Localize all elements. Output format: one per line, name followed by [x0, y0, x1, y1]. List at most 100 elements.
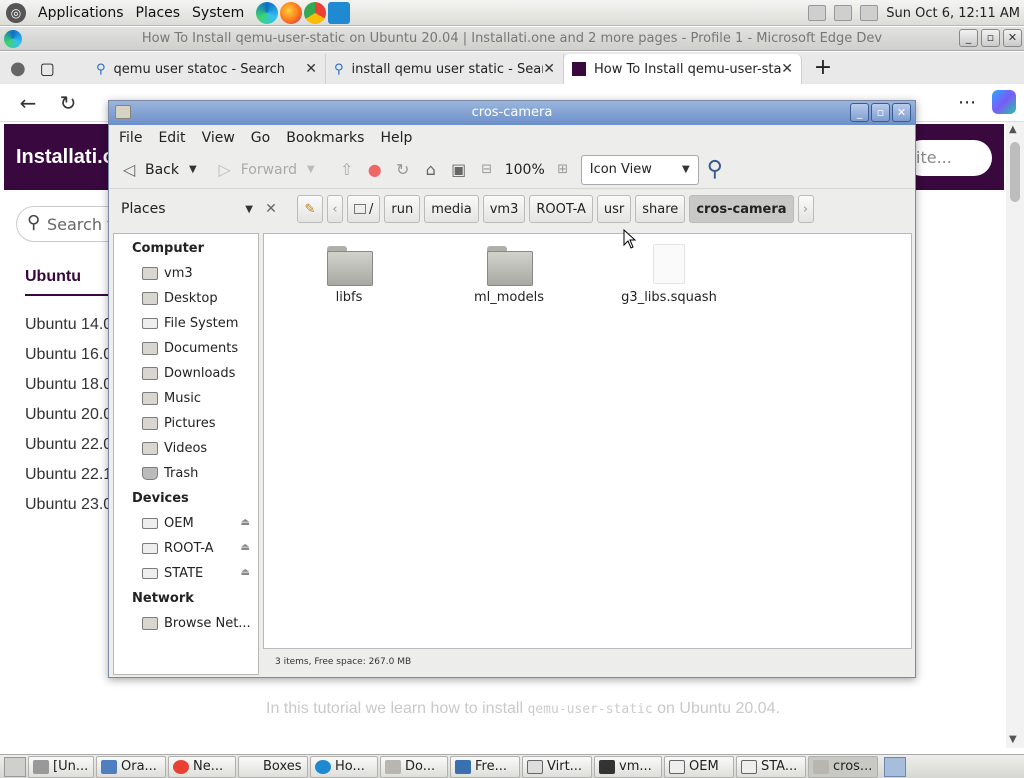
crumb-usr[interactable]: usr — [596, 195, 632, 223]
chevron-down-icon[interactable]: ▼ — [307, 164, 315, 175]
sidebar-link[interactable]: Ubuntu 23.0 — [25, 496, 112, 514]
task-item[interactable]: [Un... — [28, 755, 94, 778]
tab-close-icon[interactable]: ✕ — [543, 61, 555, 77]
reload-icon[interactable]: ↻ — [393, 160, 413, 180]
volume-icon[interactable] — [834, 5, 853, 21]
zoom-in-icon[interactable]: ⊞ — [553, 160, 573, 180]
task-item[interactable]: OEM — [664, 755, 734, 778]
crumb-media[interactable]: media — [424, 195, 479, 223]
fm-maximize-button[interactable]: ▫ — [871, 103, 890, 122]
close-sidebar-icon[interactable]: ✕ — [263, 201, 279, 217]
tab-search-2[interactable]: ⚲ install qemu user static - Search ✕ — [326, 54, 564, 84]
eject-icon[interactable]: ⏏ — [241, 542, 250, 553]
edge-dev-launcher-icon[interactable] — [256, 1, 279, 24]
places-menu[interactable]: Places — [130, 0, 187, 26]
task-item[interactable]: Ho... — [310, 755, 378, 778]
forward-button[interactable]: ▷ Forward ▼ — [215, 160, 315, 180]
task-item[interactable]: Virt... — [522, 755, 592, 778]
sidebar-item-documents[interactable]: Documents — [114, 336, 258, 361]
crumb-left-arrow-icon[interactable]: ‹ — [327, 195, 343, 223]
fm-close-button[interactable]: ✕ — [892, 103, 911, 122]
sidebar-item-root-a[interactable]: ROOT-A ⏏ — [114, 536, 258, 561]
sidebar-item-downloads[interactable]: Downloads — [114, 361, 258, 386]
file-item-ml-models[interactable]: ml_models — [449, 246, 569, 305]
menu-file[interactable]: File — [119, 130, 142, 146]
chrome-launcher-icon[interactable] — [304, 1, 327, 24]
eject-icon[interactable]: ⏏ — [241, 517, 250, 528]
copilot-icon[interactable] — [992, 90, 1016, 114]
page-scrollbar[interactable]: ▲ ▼ — [1006, 122, 1024, 748]
task-item[interactable]: Ne... — [168, 755, 236, 778]
vscode-launcher-icon[interactable] — [328, 1, 351, 24]
scroll-up-icon[interactable]: ▲ — [1009, 124, 1017, 135]
sidebar-item-music[interactable]: Music — [114, 386, 258, 411]
menu-go[interactable]: Go — [251, 130, 270, 146]
sidebar-link[interactable]: Ubuntu 22.1 — [25, 466, 112, 484]
view-mode-select[interactable]: Icon View ▼ — [580, 154, 699, 185]
chevron-down-icon[interactable]: ▼ — [189, 164, 197, 175]
back-arrow-icon[interactable]: ← — [8, 91, 48, 115]
sidebar-item-desktop[interactable]: Desktop — [114, 286, 258, 311]
edit-location-button[interactable]: ✎ — [297, 195, 323, 223]
task-item-active[interactable]: cros... — [808, 755, 878, 778]
tab-installati[interactable]: How To Install qemu-user-static on Ubunt… — [564, 54, 802, 84]
clipboard-icon[interactable] — [808, 5, 827, 21]
crumb-share[interactable]: share — [635, 195, 686, 223]
tab-close-icon[interactable]: ✕ — [305, 61, 317, 77]
system-menu[interactable]: System — [186, 0, 250, 26]
crumb-right-arrow-icon[interactable]: › — [797, 195, 814, 223]
more-menu-icon[interactable]: ⋯ — [958, 92, 976, 113]
sidebar-link[interactable]: Ubuntu 20.0 — [25, 406, 112, 424]
stop-icon[interactable]: ● — [365, 160, 385, 180]
fm-minimize-button[interactable]: _ — [850, 103, 869, 122]
close-button[interactable]: ✕ — [1003, 29, 1022, 47]
workspace-switcher[interactable] — [884, 756, 906, 777]
fm-icon-view[interactable]: libfs ml_models g3_libs.squash — [263, 233, 912, 649]
tab-actions-icon[interactable]: ▢ — [40, 59, 55, 78]
tab-close-icon[interactable]: ✕ — [781, 61, 793, 77]
computer-icon[interactable]: ▣ — [449, 160, 469, 180]
crumb-root[interactable]: / — [347, 195, 381, 223]
eject-icon[interactable]: ⏏ — [241, 567, 250, 578]
sidebar-item-file-system[interactable]: File System — [114, 311, 258, 336]
search-icon[interactable]: ⚲ — [707, 157, 723, 182]
task-item[interactable]: Fre... — [450, 755, 520, 778]
menu-help[interactable]: Help — [380, 130, 412, 146]
firefox-launcher-icon[interactable] — [280, 1, 303, 24]
scroll-down-icon[interactable]: ▼ — [1009, 734, 1017, 745]
clock[interactable]: Sun Oct 6, 12:11 AM — [886, 6, 1020, 21]
task-item[interactable]: STA... — [736, 755, 806, 778]
crumb-root-a[interactable]: ROOT-A — [529, 195, 593, 223]
sidebar-item-vm3[interactable]: vm3 — [114, 261, 258, 286]
sidebar-link[interactable]: Ubuntu 22.0 — [25, 436, 112, 454]
task-item[interactable]: Boxes — [238, 755, 308, 778]
sidebar-item-trash[interactable]: Trash — [114, 461, 258, 486]
scroll-thumb[interactable] — [1010, 142, 1020, 202]
menu-edit[interactable]: Edit — [158, 130, 185, 146]
sidebar-link[interactable]: Ubuntu 16.0 — [25, 346, 112, 364]
sidebar-item-videos[interactable]: Videos — [114, 436, 258, 461]
crumb-run[interactable]: run — [384, 195, 421, 223]
tab-search-1[interactable]: ⚲ qemu user statoc - Search ✕ — [88, 54, 326, 84]
sidebar-item-oem[interactable]: OEM ⏏ — [114, 511, 258, 536]
site-logo[interactable]: Installati.o — [16, 146, 115, 169]
home-icon[interactable]: ⌂ — [421, 160, 441, 180]
network-icon[interactable] — [860, 5, 879, 21]
sidebar-item-pictures[interactable]: Pictures — [114, 411, 258, 436]
sidebar-link[interactable]: Ubuntu 18.0 — [25, 376, 112, 394]
task-item[interactable]: vm... — [594, 755, 662, 778]
menu-view[interactable]: View — [202, 130, 235, 146]
maximize-button[interactable]: ▫ — [981, 29, 1000, 47]
back-button[interactable]: ◁ Back ▼ — [119, 160, 197, 180]
crumb-cros-camera[interactable]: cros-camera — [689, 195, 794, 223]
new-tab-button[interactable]: + — [808, 54, 838, 84]
task-item[interactable]: Do... — [380, 755, 448, 778]
up-arrow-icon[interactable]: ⇧ — [337, 160, 357, 180]
file-manager-titlebar[interactable]: cros-camera _ ▫ ✕ — [109, 101, 915, 125]
crumb-vm3[interactable]: vm3 — [482, 195, 526, 223]
profile-icon[interactable]: ● — [10, 58, 26, 79]
places-select[interactable]: Places ▼ — [115, 195, 259, 223]
menu-bookmarks[interactable]: Bookmarks — [286, 130, 364, 146]
sidebar-item-state[interactable]: STATE ⏏ — [114, 561, 258, 586]
zoom-out-icon[interactable]: ⊟ — [477, 160, 497, 180]
